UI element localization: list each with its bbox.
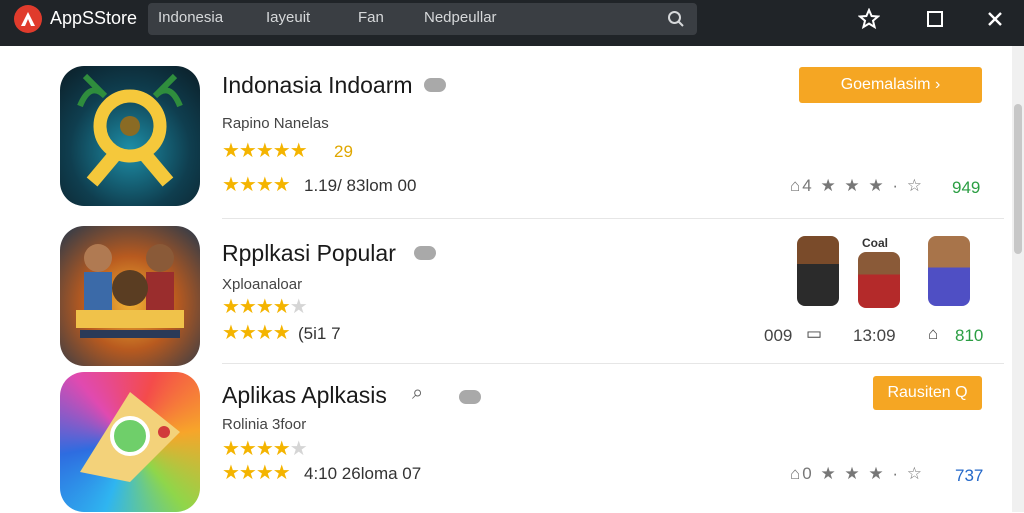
- open-button[interactable]: Rausiten Q: [873, 376, 982, 410]
- stat-value: 737: [955, 466, 984, 485]
- brand-name[interactable]: AppSStore: [50, 8, 137, 29]
- app-meta: (5i1 7: [298, 324, 341, 343]
- search-tab-indonesia[interactable]: Indonesia: [158, 9, 223, 26]
- avatar[interactable]: [858, 252, 900, 308]
- appstore-logo-icon[interactable]: [14, 5, 42, 33]
- star-rating: ★★★★★: [222, 140, 308, 162]
- rating-count: 29: [334, 142, 353, 161]
- divider: [222, 363, 1004, 364]
- app-list-item[interactable]: Indonasia Indoarm Rapino Nanelas ★★★★★ 2…: [0, 60, 1010, 206]
- app-icon[interactable]: [60, 226, 200, 366]
- search-tab-popular[interactable]: Nedpeullar: [424, 9, 497, 26]
- verified-badge-icon: [459, 390, 481, 404]
- top-bar: AppSStore Indonesia Iayeuit Fan Nedpeull…: [0, 0, 1024, 46]
- close-icon[interactable]: [984, 8, 1006, 30]
- app-title[interactable]: Indonasia Indoarm: [222, 72, 413, 99]
- divider: [222, 218, 1004, 219]
- app-icon[interactable]: [60, 66, 200, 206]
- stat-downloads: 009: [764, 326, 793, 345]
- stars-filled: ★★★★: [222, 296, 291, 318]
- action-icons[interactable]: ⌂4 ★ ★ ★ · ☆: [790, 176, 924, 196]
- star-rating-secondary: ★★★★: [222, 462, 291, 484]
- stat-value: 949: [952, 178, 981, 197]
- scrollbar[interactable]: [1012, 46, 1024, 512]
- app-list-item[interactable]: Rpplkasi Popular Xploanaloar ★★★★★ ★★★★ …: [0, 222, 1010, 367]
- app-meta: 4:10 26loma 07: [304, 464, 422, 483]
- comment-icon[interactable]: ▭: [806, 324, 822, 344]
- chat-icon[interactable]: ⌕: [412, 382, 423, 405]
- avatar-label: Coal: [862, 236, 889, 250]
- install-button[interactable]: Goemalasim ›: [799, 67, 982, 103]
- verified-badge-icon: [424, 78, 446, 92]
- stars-empty: ★: [289, 438, 308, 460]
- favorite-icon[interactable]: [858, 8, 880, 30]
- search-bar[interactable]: Indonesia Iayeuit Fan Nedpeullar: [148, 3, 697, 35]
- app-developer: Xploanaloar: [222, 276, 303, 293]
- app-meta: 1.19/ 83lom 00: [304, 176, 417, 195]
- app-developer: Rapino Nanelas: [222, 115, 329, 132]
- app-title[interactable]: Aplikas Aplkasis: [222, 382, 387, 409]
- app-developer: Rolinia 3foor: [222, 416, 307, 433]
- stat-value: 810: [955, 326, 984, 345]
- action-icons[interactable]: ⌂0 ★ ★ ★ · ☆: [790, 464, 924, 484]
- app-title[interactable]: Rpplkasi Popular: [222, 240, 396, 267]
- stars-empty: ★: [289, 296, 308, 318]
- scrollbar-thumb[interactable]: [1014, 104, 1022, 254]
- stars-filled: ★★★★: [222, 438, 291, 460]
- star-rating: ★★★★★: [222, 436, 308, 461]
- avatar[interactable]: [797, 236, 839, 306]
- search-icon[interactable]: [667, 10, 685, 28]
- avatar[interactable]: [928, 236, 970, 306]
- maximize-icon[interactable]: [924, 8, 946, 30]
- stat-time: 13:09: [853, 326, 896, 345]
- share-icon[interactable]: ⌂: [928, 324, 938, 344]
- star-rating-secondary: ★★★★: [222, 322, 291, 344]
- app-list-item[interactable]: Aplikas Aplkasis ⌕ Rolinia 3foor ★★★★★ ★…: [0, 368, 1010, 513]
- verified-badge-icon: [414, 246, 436, 260]
- app-icon[interactable]: [60, 372, 200, 512]
- search-tab-layout[interactable]: Iayeuit: [266, 9, 310, 26]
- search-tab-fan[interactable]: Fan: [358, 9, 384, 26]
- star-rating-secondary: ★★★★: [222, 174, 291, 196]
- star-rating: ★★★★★: [222, 294, 308, 319]
